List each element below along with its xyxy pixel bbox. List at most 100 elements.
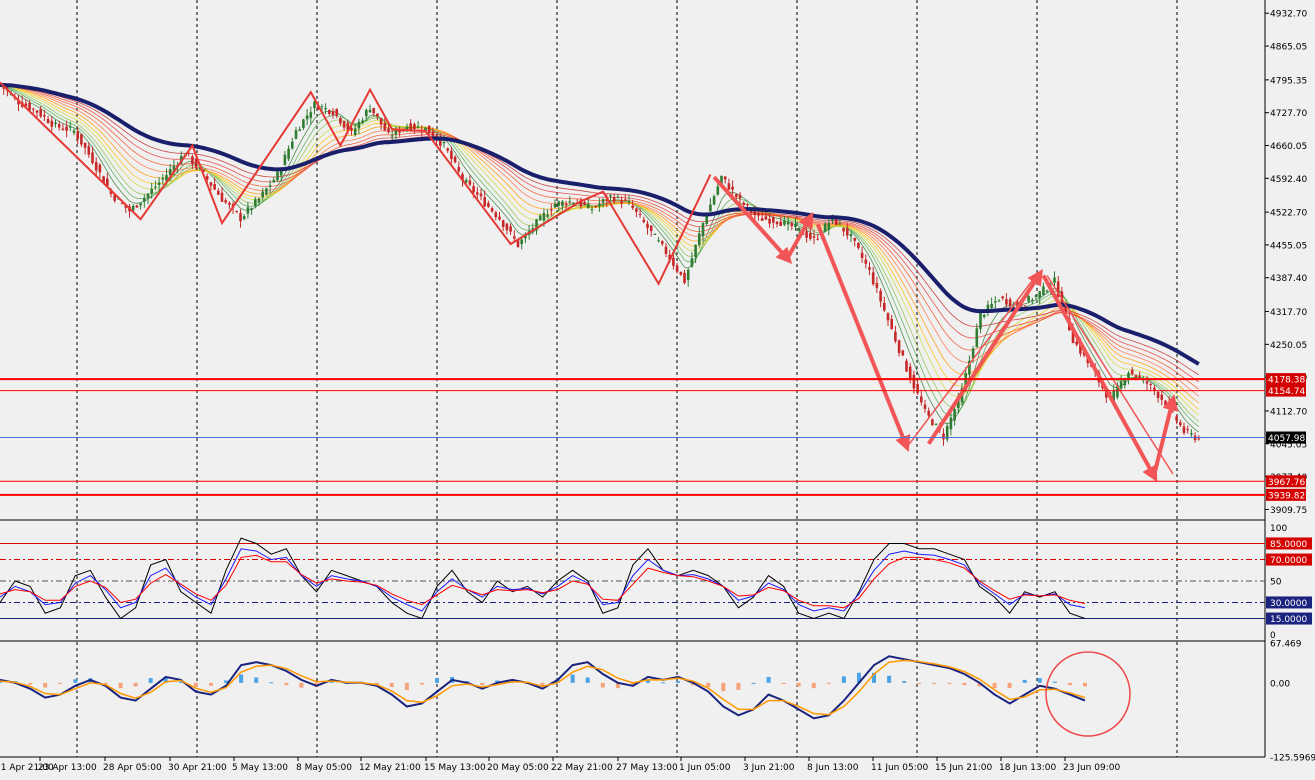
- price-tick-label: 4387.40: [1270, 274, 1307, 284]
- candle-body: [353, 128, 357, 135]
- candle-body: [387, 128, 390, 133]
- macd-histogram-bar: [902, 681, 907, 683]
- time-tick-label: 20 May 05:00: [487, 763, 549, 773]
- candle-body: [912, 374, 916, 389]
- candle-body: [1119, 381, 1123, 389]
- macd-histogram-bar: [404, 682, 409, 690]
- candle-body: [857, 242, 860, 249]
- candle-body: [550, 209, 553, 211]
- candle-body: [764, 216, 768, 220]
- candle-body: [464, 179, 468, 183]
- macd-histogram-bar: [1083, 682, 1087, 687]
- candle-body: [616, 196, 620, 198]
- price-label-text: 4178.38: [1268, 376, 1305, 386]
- candle-body: [383, 123, 387, 131]
- candle-body: [76, 131, 79, 139]
- candle-body: [775, 221, 779, 225]
- ribbon-ma-line: [0, 84, 1200, 410]
- candle-body: [83, 142, 87, 148]
- macd-histogram-bar: [811, 682, 816, 689]
- candle-body: [701, 222, 705, 237]
- candle-body: [842, 227, 845, 232]
- candle-body: [772, 217, 775, 223]
- candle-body: [646, 223, 649, 229]
- stoch-tick-label: 50: [1270, 578, 1282, 588]
- time-tick-label: 1 Jun 05:00: [679, 763, 731, 773]
- candle-body: [361, 120, 364, 123]
- time-tick-label: 15 Jun 21:00: [935, 763, 992, 773]
- macd-histogram-bar: [419, 682, 424, 685]
- candle-body: [797, 227, 801, 231]
- candle-body: [723, 176, 727, 180]
- candle-body: [679, 271, 683, 275]
- macd-histogram-bar: [751, 682, 756, 684]
- candle-body: [635, 208, 638, 212]
- candle-body: [357, 121, 361, 129]
- candle-body: [150, 188, 153, 195]
- candle-body: [46, 118, 50, 124]
- candle-body: [768, 218, 771, 224]
- candle-body: [1190, 433, 1193, 435]
- candle-body: [790, 223, 794, 227]
- candle-body: [80, 134, 83, 145]
- stoch-level-label: 85.0000: [1270, 540, 1307, 550]
- candle-body: [91, 152, 94, 163]
- candle-body: [1145, 381, 1149, 384]
- time-tick-label: 18 Jun 13:00: [999, 763, 1056, 773]
- candle-body: [328, 110, 331, 114]
- candle-body: [612, 197, 616, 202]
- candle-body: [823, 223, 827, 232]
- candle-body: [1175, 416, 1178, 421]
- ribbon-ma-line: [0, 84, 1200, 422]
- candle-body: [890, 318, 893, 330]
- macd-histogram-bar: [133, 682, 138, 687]
- candle-body: [291, 141, 294, 149]
- candle-body: [228, 202, 231, 205]
- candle-body: [1182, 426, 1186, 433]
- candle-body: [339, 117, 342, 124]
- candle-body: [135, 205, 139, 208]
- candle-body: [413, 123, 416, 130]
- stoch-level-label: 70.0000: [1270, 556, 1307, 566]
- candle-body: [1023, 305, 1027, 307]
- candle-body: [598, 203, 601, 207]
- candle-body: [1123, 380, 1127, 386]
- price-tick-label: 4317.70: [1270, 308, 1307, 318]
- candle-body: [235, 211, 239, 213]
- candle-body: [509, 226, 512, 232]
- candle-body: [657, 240, 660, 242]
- candle-body: [1053, 277, 1056, 283]
- macd-histogram-bar: [661, 682, 666, 684]
- candle-body: [246, 207, 250, 214]
- candle-body: [146, 193, 150, 198]
- macd-histogram-bar: [932, 682, 937, 685]
- candle-body: [649, 225, 653, 232]
- candle-body: [994, 301, 997, 303]
- candles: [0, 83, 1201, 446]
- time-tick-label: 23 Jun 09:00: [1063, 763, 1120, 773]
- candle-body: [427, 125, 431, 134]
- candle-body: [942, 433, 945, 440]
- macd-histogram-bar: [239, 674, 244, 683]
- candle-body: [242, 216, 246, 220]
- candle-body: [879, 290, 882, 302]
- macd-tick-label: -125.5969: [1270, 754, 1315, 764]
- candle-body: [520, 239, 523, 245]
- macd-histogram-bar: [600, 682, 605, 688]
- candle-body: [494, 212, 498, 218]
- ribbon-ma-line: [0, 84, 1200, 397]
- stoch-level-label: 30.0000: [1270, 599, 1307, 609]
- candle-body: [87, 146, 91, 155]
- candle-body: [864, 259, 868, 264]
- candle-body: [265, 188, 268, 195]
- price-tick-label: 4795.35: [1270, 76, 1307, 86]
- ribbon-ma-line: [0, 84, 1200, 376]
- candle-body: [457, 167, 461, 172]
- candle-body: [694, 244, 697, 258]
- macd-histogram-bar: [1022, 679, 1027, 683]
- candle-body: [479, 193, 483, 197]
- candle-body: [601, 198, 605, 203]
- candle-body: [143, 197, 146, 202]
- candle-body: [786, 221, 790, 225]
- ribbon-ma-line: [0, 84, 1200, 390]
